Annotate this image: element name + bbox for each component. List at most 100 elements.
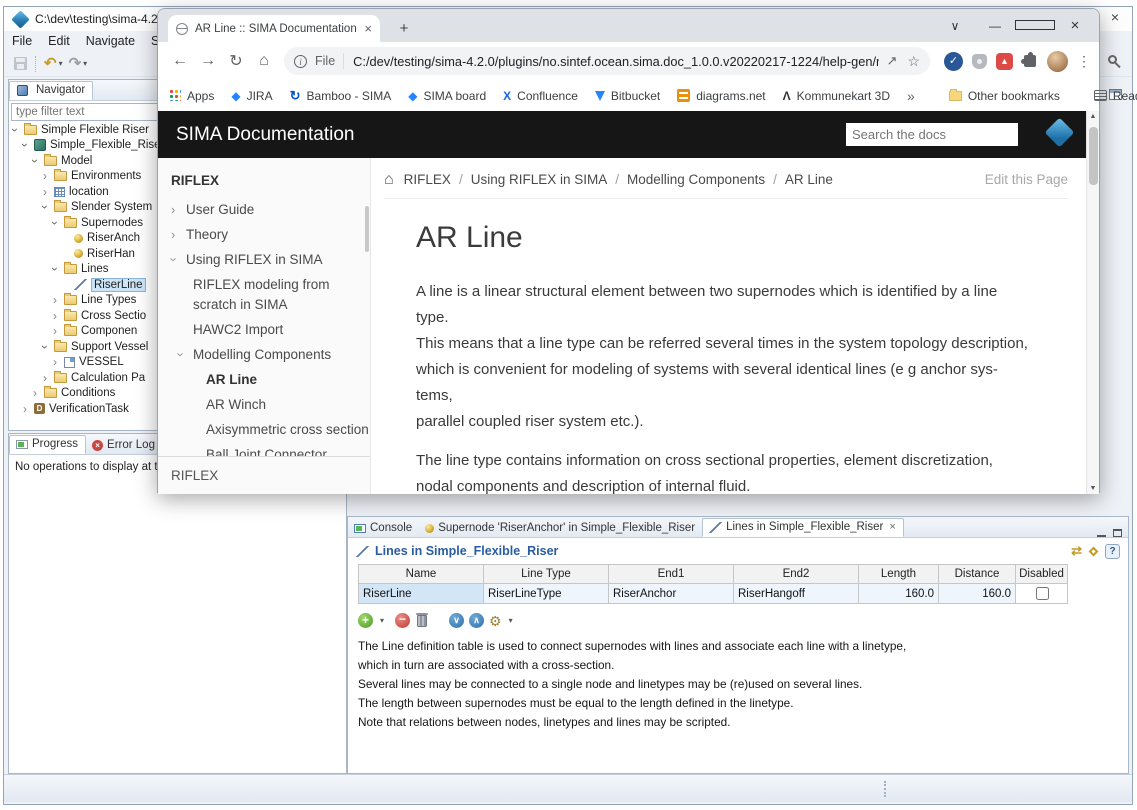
- scroll-up-icon[interactable]: ▲: [1087, 113, 1099, 120]
- bookmark-bamboo[interactable]: ↻Bamboo - SIMA: [290, 89, 392, 103]
- scroll-down-icon[interactable]: ▼: [1087, 485, 1099, 492]
- minimize-icon[interactable]: —: [975, 19, 1015, 33]
- browser-menu-icon[interactable]: ⋮: [1077, 53, 1091, 70]
- cell-name[interactable]: RiserLine: [359, 584, 484, 604]
- sidebar-item-axisymmetric[interactable]: Axisymmetric cross section: [158, 420, 370, 440]
- tab-progress[interactable]: Progress: [9, 435, 86, 454]
- col-end1[interactable]: End1: [609, 565, 734, 584]
- expander-icon[interactable]: [43, 342, 53, 352]
- extensions-puzzle-icon[interactable]: [1024, 55, 1036, 67]
- reading-list[interactable]: Reading list: [1094, 89, 1137, 103]
- col-line-type[interactable]: Line Type: [484, 565, 609, 584]
- scroll-thumb[interactable]: [1089, 127, 1098, 185]
- bookmark-apps[interactable]: Apps: [170, 89, 214, 103]
- expander-icon[interactable]: [13, 125, 23, 135]
- expander-icon[interactable]: [53, 311, 63, 321]
- chevron-right-icon[interactable]: ›: [171, 200, 175, 220]
- redo-dropdown-icon[interactable]: ▾: [83, 59, 87, 68]
- url-text[interactable]: C:/dev/testing/sima-4.2.0/plugins/no.sin…: [353, 54, 878, 69]
- tab-navigator[interactable]: Navigator: [9, 81, 93, 100]
- sidebar-item-using-riflex[interactable]: ›Using RIFLEX in SIMA: [158, 250, 370, 270]
- search-icon[interactable]: [1108, 55, 1117, 64]
- chevron-down-icon[interactable]: ›: [171, 352, 191, 356]
- crumb-riflex[interactable]: RIFLEX: [404, 172, 451, 187]
- expander-icon[interactable]: [33, 388, 43, 398]
- maximize-icon[interactable]: [1015, 19, 1055, 33]
- menu-file[interactable]: File: [4, 34, 40, 48]
- address-bar[interactable]: i File C:/dev/testing/sima-4.2.0/plugins…: [284, 47, 930, 75]
- expander-icon[interactable]: [53, 295, 63, 305]
- sidebar-item-user-guide[interactable]: ›User Guide: [158, 200, 370, 220]
- remove-button[interactable]: −: [395, 613, 410, 628]
- tab-lines[interactable]: Lines in Simple_Flexible_Riser ×: [702, 518, 904, 537]
- other-bookmarks[interactable]: Other bookmarks: [949, 89, 1060, 103]
- expander-icon[interactable]: [33, 156, 43, 166]
- cell-end1[interactable]: RiserAnchor: [609, 584, 734, 604]
- check-extension-icon[interactable]: ✓: [944, 52, 963, 71]
- docs-search-input[interactable]: [846, 123, 1018, 146]
- bookmark-star-icon[interactable]: ☆: [907, 53, 920, 70]
- sidebar-item-ar-line[interactable]: AR Line: [158, 370, 370, 390]
- tab-error-log[interactable]: × Error Log: [86, 437, 162, 454]
- badge-extension-icon[interactable]: [972, 54, 987, 69]
- red-extension-icon[interactable]: ▲: [996, 53, 1013, 70]
- save-icon[interactable]: [14, 57, 27, 70]
- expander-icon[interactable]: [53, 264, 63, 274]
- home-icon[interactable]: ⌂: [384, 173, 394, 187]
- bookmark-bitbucket[interactable]: Bitbucket: [595, 89, 660, 103]
- gear-dropdown-icon[interactable]: ▾: [509, 616, 513, 625]
- edit-page-link[interactable]: Edit this Page: [985, 172, 1068, 187]
- expander-icon[interactable]: [43, 202, 53, 212]
- back-icon[interactable]: ←: [166, 52, 194, 70]
- sidebar-item-hawc2-import[interactable]: HAWC2 Import: [158, 320, 370, 340]
- bookmark-diagrams[interactable]: diagrams.net: [677, 89, 765, 103]
- col-name[interactable]: Name: [359, 565, 484, 584]
- sidebar-item-ball-joint[interactable]: Ball Joint Connector: [158, 445, 370, 456]
- tab-console[interactable]: Console: [348, 520, 419, 537]
- sidebar-item-modelling-components[interactable]: ›Modelling Components: [158, 345, 370, 365]
- tab-supernode[interactable]: Supernode 'RiserAnchor' in Simple_Flexib…: [419, 520, 702, 537]
- expander-icon[interactable]: [53, 218, 63, 228]
- redo-icon[interactable]: ↷: [69, 57, 82, 71]
- add-dropdown-icon[interactable]: ▾: [380, 616, 384, 625]
- home-icon[interactable]: ⌂: [250, 52, 278, 70]
- forward-icon[interactable]: →: [194, 52, 222, 70]
- minimize-view-icon[interactable]: [1097, 529, 1106, 537]
- col-length[interactable]: Length: [859, 565, 939, 584]
- move-down-button[interactable]: ∨: [449, 613, 464, 628]
- statusbar-grip[interactable]: [884, 781, 886, 797]
- expander-icon[interactable]: [53, 357, 63, 367]
- col-disabled[interactable]: Disabled: [1016, 565, 1068, 584]
- page-scrollbar[interactable]: ▲ ▼: [1086, 111, 1099, 494]
- sync-icon[interactable]: ⇄: [1071, 543, 1082, 559]
- browser-tab[interactable]: AR Line :: SIMA Documentation ×: [168, 15, 380, 42]
- expander-icon[interactable]: [23, 140, 33, 150]
- bookmark-kommunekart[interactable]: ΛKommunekart 3D: [783, 89, 890, 103]
- expander-icon[interactable]: [43, 373, 53, 383]
- help-icon[interactable]: ?: [1105, 544, 1120, 559]
- delete-button[interactable]: [417, 615, 427, 627]
- bookmark-confluence[interactable]: XConfluence: [503, 89, 578, 103]
- expander-icon[interactable]: [23, 404, 33, 414]
- disabled-checkbox[interactable]: [1036, 587, 1049, 600]
- tab-close-icon[interactable]: ×: [364, 21, 372, 36]
- info-icon[interactable]: i: [294, 55, 307, 68]
- sidebar-item-riflex-modeling[interactable]: RIFLEX modeling from scratch in SIMA: [158, 275, 370, 315]
- cell-end2[interactable]: RiserHangoff: [734, 584, 859, 604]
- bookmark-jira[interactable]: ◆JIRA: [231, 89, 272, 103]
- expander-icon[interactable]: [43, 187, 53, 197]
- gear-icon[interactable]: ⚙: [489, 614, 502, 628]
- profile-avatar[interactable]: [1047, 51, 1068, 72]
- share-icon[interactable]: ↗: [887, 53, 898, 69]
- cell-length[interactable]: 160.0: [859, 584, 939, 604]
- app-close-icon[interactable]: ×: [1104, 9, 1126, 25]
- undo-dropdown-icon[interactable]: ▾: [59, 59, 63, 68]
- bookmarks-overflow-icon[interactable]: »: [907, 88, 915, 104]
- cell-line-type[interactable]: RiserLineType: [484, 584, 609, 604]
- chevron-down-icon[interactable]: ›: [164, 257, 184, 261]
- sidebar-item-theory[interactable]: ›Theory: [158, 225, 370, 245]
- sidebar-item-ar-winch[interactable]: AR Winch: [158, 395, 370, 415]
- new-tab-button[interactable]: +: [394, 20, 414, 37]
- menu-edit[interactable]: Edit: [40, 34, 78, 48]
- sidebar-footer[interactable]: RIFLEX: [158, 456, 370, 494]
